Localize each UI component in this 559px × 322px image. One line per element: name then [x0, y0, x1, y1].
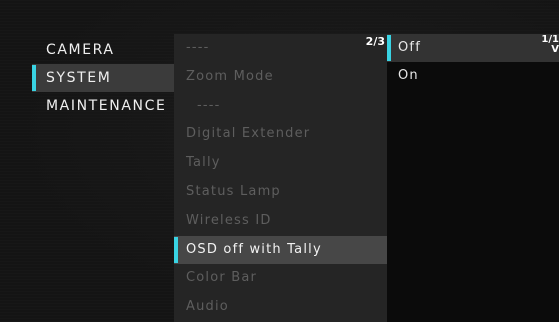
option-menu: Off On 1/1 V	[387, 34, 559, 322]
settings-item-osd-off-with-tally[interactable]: OSD off with Tally	[174, 235, 387, 265]
settings-item-digital-extender[interactable]: Digital Extender	[174, 120, 387, 149]
settings-list: ---- Zoom Mode ---- Digital Extender Tal…	[174, 34, 387, 322]
option-item-on[interactable]: On	[387, 62, 559, 90]
osd-screen: CAMERA SYSTEM MAINTENANCE ---- Zoom Mode…	[0, 0, 559, 322]
settings-item-wireless-id[interactable]: Wireless ID	[174, 207, 387, 236]
scroll-down-icon: V	[551, 44, 559, 55]
settings-item-color-bar[interactable]: Color Bar	[174, 264, 387, 293]
settings-item-zoom-mode[interactable]: Zoom Mode	[174, 63, 387, 92]
settings-page-indicator: 2/3	[365, 35, 385, 48]
settings-item-separator: ----	[197, 97, 221, 113]
settings-item-tally[interactable]: Tally	[174, 149, 387, 178]
settings-item-separator: ----	[186, 40, 210, 55]
settings-item-audio[interactable]: Audio	[174, 293, 387, 322]
category-menu: CAMERA SYSTEM MAINTENANCE	[32, 36, 174, 120]
settings-menu: ---- Zoom Mode ---- Digital Extender Tal…	[174, 34, 387, 322]
category-item-maintenance[interactable]: MAINTENANCE	[32, 92, 174, 120]
category-item-camera[interactable]: CAMERA	[32, 36, 174, 64]
option-page-indicator: 1/1 V	[519, 35, 559, 55]
settings-item-status-lamp[interactable]: Status Lamp	[174, 178, 387, 207]
category-item-system[interactable]: SYSTEM	[32, 64, 174, 92]
